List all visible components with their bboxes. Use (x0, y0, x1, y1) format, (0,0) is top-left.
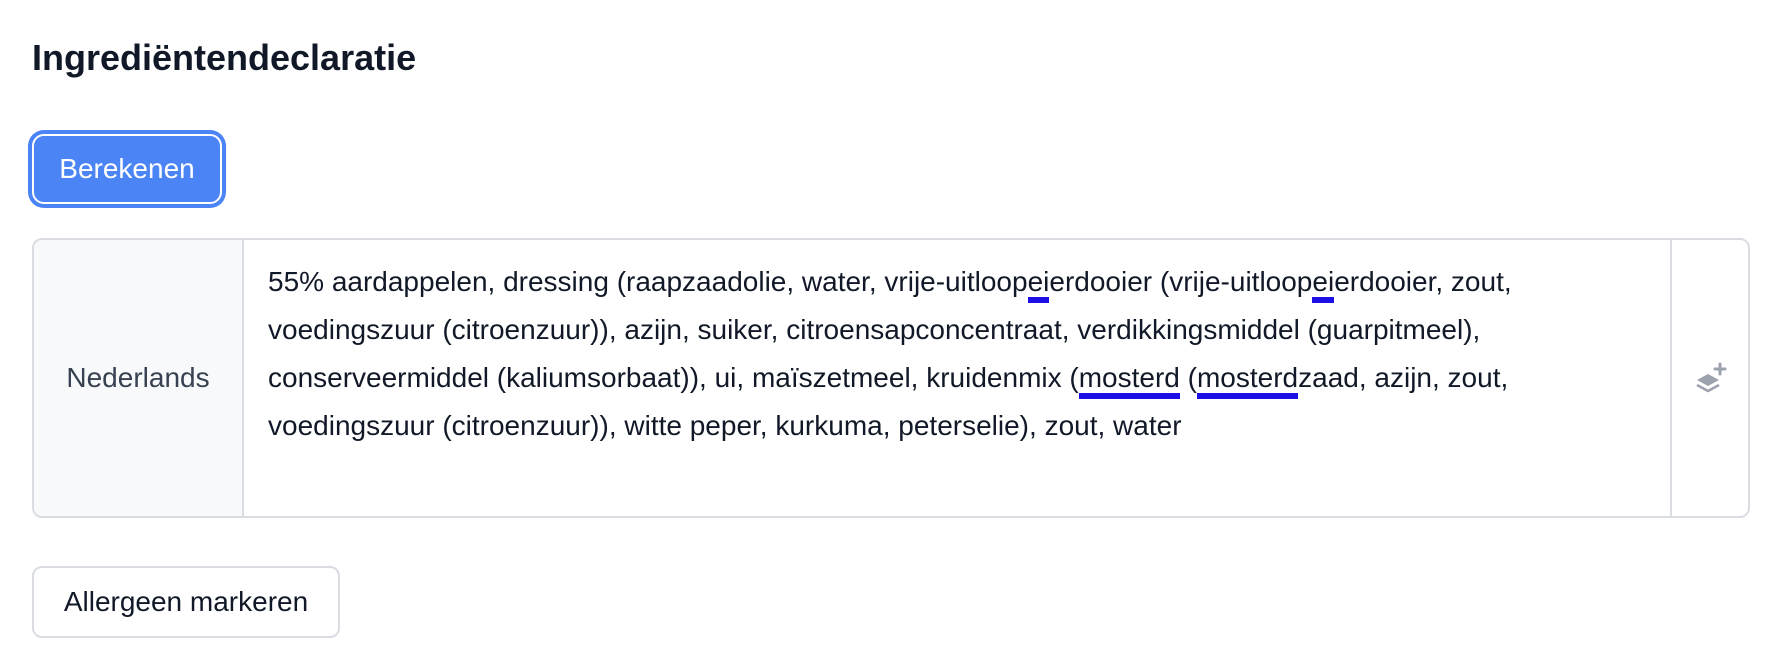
allergen-highlight: ei (1027, 266, 1050, 303)
ingredient-text-segment: 55% aardappelen, dressing (raapzaadolie,… (268, 266, 1028, 297)
allergen-highlight: mosterd (1196, 362, 1299, 399)
ingredient-declaration-row: Nederlands 55% aardappelen, dressing (ra… (32, 238, 1750, 518)
allergen-highlight: ei (1312, 266, 1335, 303)
add-layer-button[interactable] (1670, 240, 1748, 516)
page-title: Ingrediëntendeclaratie (32, 37, 417, 78)
mark-allergen-button[interactable]: Allergeen markeren (32, 566, 340, 638)
language-label: Nederlands (34, 240, 244, 516)
ingredient-text[interactable]: 55% aardappelen, dressing (raapzaadolie,… (244, 240, 1670, 516)
layers-plus-icon (1696, 362, 1727, 393)
calculate-button[interactable]: Berekenen (32, 134, 222, 204)
allergen-highlight: mosterd (1078, 362, 1180, 399)
ingredient-text-segment: erdooier (vrije-uitloop (1049, 266, 1313, 297)
ingredient-text-segment: ( (1179, 362, 1197, 393)
